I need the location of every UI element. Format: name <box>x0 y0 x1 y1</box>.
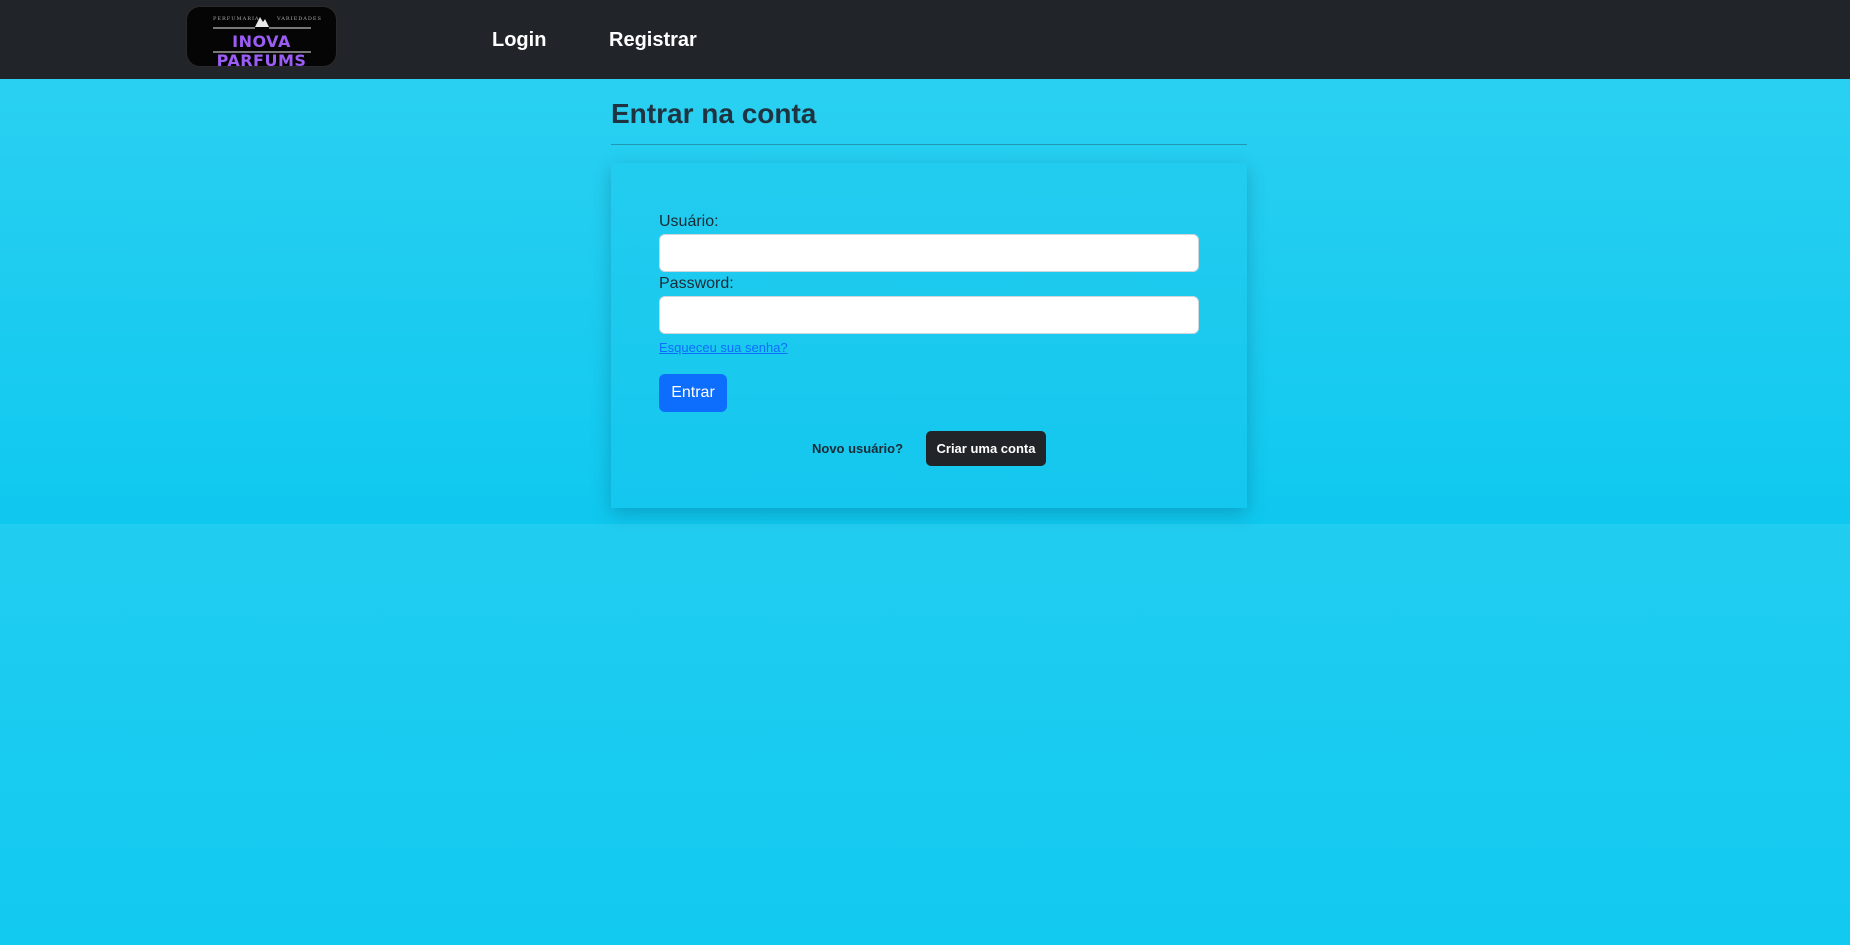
password-input[interactable] <box>659 296 1199 334</box>
login-submit-button[interactable]: Entrar <box>659 374 727 412</box>
brand-logo[interactable]: PERFUMARIA VARIEDADES INOVA PARFUMS <box>186 6 337 70</box>
new-user-text: Novo usuário? <box>812 441 904 456</box>
page-title: Entrar na conta <box>611 98 817 129</box>
logo-divider <box>269 27 311 29</box>
password-label: Password: <box>659 275 734 292</box>
username-input[interactable] <box>659 234 1199 272</box>
nav-register-link[interactable]: Registrar <box>609 29 697 52</box>
logo-divider <box>213 27 255 29</box>
title-divider <box>611 144 1247 145</box>
logo-tagline-left: PERFUMARIA <box>213 16 260 22</box>
logo-tagline-right: VARIEDADES <box>277 16 322 22</box>
nav-login-link[interactable]: Login <box>492 29 546 52</box>
mountain-icon <box>255 17 269 27</box>
create-account-button[interactable]: Criar uma conta <box>926 431 1046 466</box>
navbar: PERFUMARIA VARIEDADES INOVA PARFUMS Logi… <box>0 0 1850 79</box>
forgot-password-link[interactable]: Esqueceu sua senha? <box>659 340 788 355</box>
username-label: Usuário: <box>659 213 719 230</box>
logo-underline <box>213 51 311 53</box>
